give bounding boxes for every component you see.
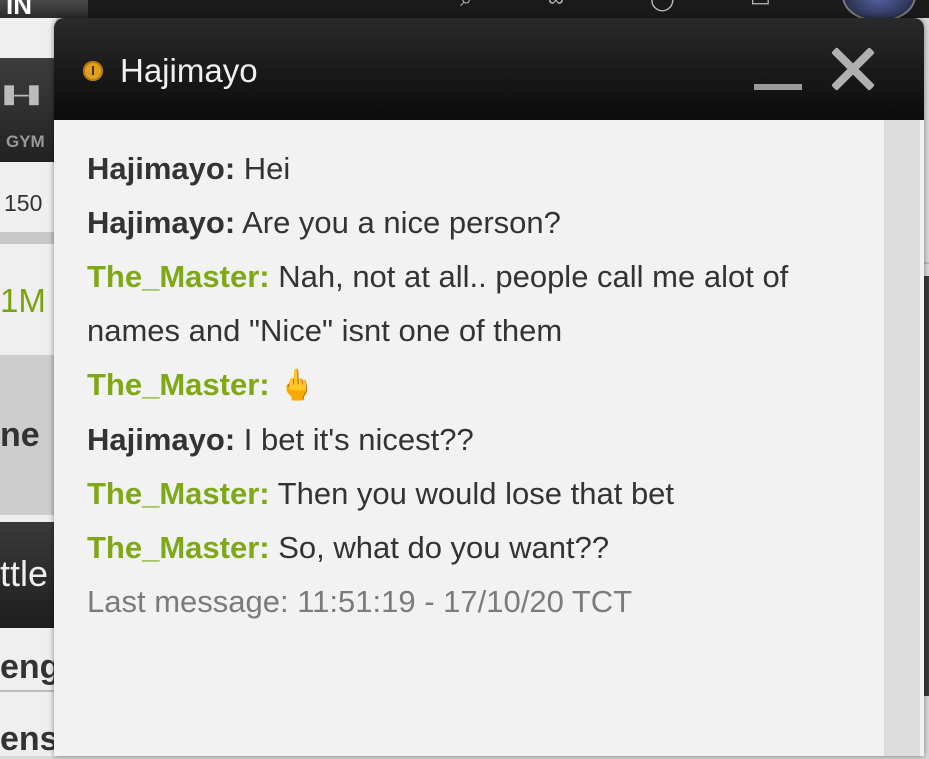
message-text: So, what do you want??	[269, 530, 610, 565]
logo-text: IN	[6, 0, 32, 18]
message-text: I bet it's nicest??	[235, 422, 474, 457]
chat-messages-area[interactable]: Hajimayo: Hei Hajimayo: Are you a nice p…	[54, 120, 884, 756]
message-sender[interactable]: The_Master:	[87, 367, 270, 402]
message-sender[interactable]: The_Master:	[87, 259, 270, 294]
minimize-button[interactable]	[754, 78, 802, 92]
message: Hajimayo: I bet it's nicest??	[87, 413, 867, 467]
message: Hajimayo: Are you a nice person?	[87, 196, 867, 250]
chat-window: Hajimayo Hajimayo: Hei Hajimayo: Are you…	[54, 18, 924, 756]
gym-label: GYM	[6, 132, 45, 151]
bg-defense-label: ens	[0, 720, 59, 758]
bg-divider	[0, 690, 56, 692]
minimize-icon	[754, 84, 802, 90]
message-sender[interactable]: The_Master:	[87, 530, 270, 565]
chat-title: Hajimayo	[120, 52, 258, 89]
message-sender[interactable]: Hajimayo:	[87, 422, 235, 457]
gym-nav-item[interactable]: ▮–▮ GYM	[0, 58, 56, 162]
dumbbell-icon: ▮–▮	[2, 78, 41, 108]
message-sender[interactable]: The_Master:	[87, 476, 270, 511]
notes-icon[interactable]: ▭	[750, 0, 771, 12]
middle-finger-emoji: 🖕	[269, 369, 316, 402]
message-text: Then you would lose that bet	[269, 476, 675, 511]
message: The_Master: 🖕	[87, 358, 867, 413]
message-list: Hajimayo: Hei Hajimayo: Are you a nice p…	[87, 142, 867, 629]
chat-scrollbar[interactable]	[884, 120, 920, 756]
message: The_Master: Nah, not at all.. people cal…	[87, 250, 867, 358]
clock-icon[interactable]: ◯	[650, 0, 675, 12]
chat-header[interactable]: Hajimayo	[54, 18, 924, 120]
people-icon[interactable]: ∞	[548, 0, 564, 12]
bg-number: 150	[4, 190, 43, 216]
bg-heading: ne	[0, 416, 40, 454]
message: The_Master: So, what do you want??	[87, 521, 867, 575]
message: The_Master: Then you would lose that bet	[87, 467, 867, 521]
site-logo[interactable]: IN	[0, 0, 88, 18]
close-button[interactable]	[830, 46, 876, 92]
bg-battle-label: ttle	[0, 553, 49, 594]
message-text: Hei	[235, 151, 291, 186]
search-icon[interactable]: ⌕	[460, 0, 472, 12]
message-sender[interactable]: Hajimayo:	[87, 205, 235, 240]
message: Hajimayo: Hei	[87, 142, 867, 196]
message-sender[interactable]: Hajimayo:	[87, 151, 235, 186]
bg-divider	[0, 232, 56, 244]
message-text: Are you a nice person?	[235, 205, 561, 240]
bg-value: 1M	[0, 282, 46, 319]
last-message-timestamp: Last message: 11:51:19 - 17/10/20 TCT	[87, 584, 633, 619]
idle-status-icon	[83, 61, 103, 81]
